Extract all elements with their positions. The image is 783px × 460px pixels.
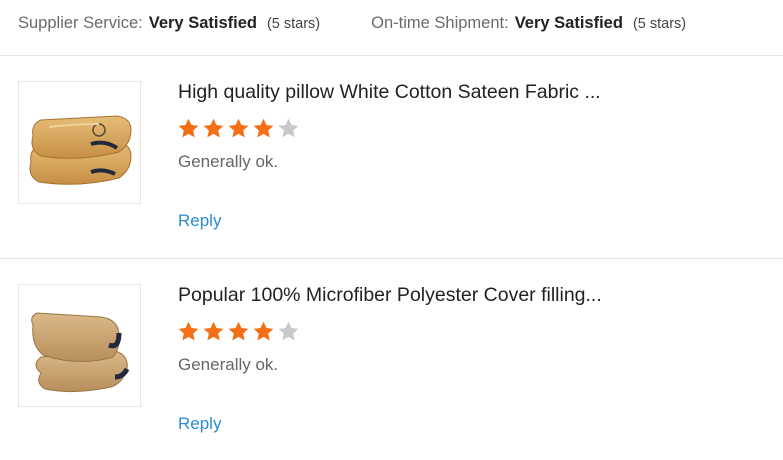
review-item: Popular 100% Microfiber Polyester Cover …	[0, 284, 783, 460]
on-time-shipment-stars: (5 stars)	[632, 16, 687, 32]
star-empty-icon	[278, 118, 299, 138]
divider	[0, 55, 783, 56]
star-filled-icon	[178, 321, 199, 341]
divider	[0, 258, 783, 259]
supplier-service-value: Very Satisfied	[148, 14, 257, 32]
product-title[interactable]: Popular 100% Microfiber Polyester Cover …	[178, 284, 602, 307]
star-rating	[177, 320, 300, 343]
feedback-page: Supplier Service: Very Satisfied (5 star…	[0, 0, 783, 460]
star-filled-icon	[203, 118, 224, 138]
supplier-service-stars: (5 stars)	[266, 16, 321, 32]
on-time-shipment-value: Very Satisfied	[514, 14, 623, 32]
star-filled-icon	[203, 321, 224, 341]
store-ratings-summary: Supplier Service: Very Satisfied (5 star…	[18, 14, 686, 36]
pillow-stack-image	[31, 312, 130, 393]
product-thumbnail[interactable]	[18, 81, 141, 204]
star-empty-icon	[278, 321, 299, 341]
star-filled-icon	[178, 118, 199, 138]
product-thumbnail[interactable]	[18, 284, 141, 407]
reply-link[interactable]: Reply	[178, 414, 221, 434]
review-item: High quality pillow White Cotton Sateen …	[0, 81, 783, 271]
review-comment: Generally ok.	[178, 355, 279, 374]
star-filled-icon	[228, 321, 249, 341]
reply-link[interactable]: Reply	[178, 211, 221, 231]
star-rating	[177, 117, 300, 140]
review-comment: Generally ok.	[178, 152, 279, 171]
pillow-stack-image	[29, 115, 132, 185]
clipped-previous-row	[18, 0, 188, 2]
star-filled-icon	[228, 118, 249, 138]
supplier-service-label: Supplier Service:	[18, 14, 143, 32]
on-time-shipment-label: On-time Shipment:	[371, 14, 509, 32]
product-title[interactable]: High quality pillow White Cotton Sateen …	[178, 81, 601, 104]
star-filled-icon	[253, 321, 274, 341]
star-filled-icon	[253, 118, 274, 138]
